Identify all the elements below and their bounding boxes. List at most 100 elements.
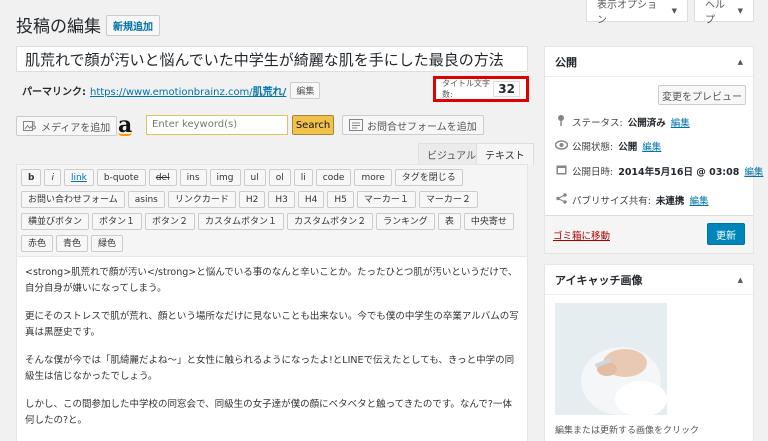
- status-row: ステータス: 公開済み 編集: [555, 114, 690, 129]
- quicktag-button[interactable]: H4: [297, 191, 325, 208]
- content-paragraph: しかし、この間参加した中学校の同窓会で、同級生の女子達が僕の顔にベタベタと触って…: [25, 399, 512, 426]
- quicktag-button[interactable]: タグを閉じる: [394, 169, 463, 186]
- screen-options-tab[interactable]: 表示オプション ▼: [586, 0, 688, 26]
- quicktag-button[interactable]: ボタン１: [92, 213, 143, 230]
- quicktag-button[interactable]: code: [315, 169, 352, 186]
- calendar-icon: [555, 164, 567, 178]
- add-new-button[interactable]: 新規追加: [106, 15, 160, 36]
- screen-options-label: 表示オプション: [597, 0, 657, 26]
- tab-visual[interactable]: ビジュアル: [418, 143, 485, 165]
- page-title: 投稿の編集: [16, 17, 101, 37]
- quicktag-button[interactable]: 横並びボタン: [21, 213, 90, 230]
- publish-box-header[interactable]: 公開 ▲: [545, 47, 753, 77]
- title-count-label: タイトル文字数:: [442, 79, 490, 99]
- publish-box: 公開 ▲ 変更をプレビュー ステータス: 公開済み 編集 公開状態: 公開 編集…: [544, 46, 763, 254]
- quicktag-button[interactable]: del: [148, 169, 177, 186]
- quicktag-button[interactable]: H2: [238, 191, 266, 208]
- quicktag-button[interactable]: ul: [243, 169, 266, 186]
- share-label: パブリサイズ共有:: [572, 196, 651, 207]
- permalink-edit-button[interactable]: 編集: [290, 82, 321, 99]
- date-edit-link[interactable]: 編集: [744, 164, 763, 178]
- quicktag-button[interactable]: img: [209, 169, 241, 186]
- quicktag-button[interactable]: more: [354, 169, 392, 186]
- amazon-smile-icon: [118, 132, 132, 136]
- content-paragraph: そんな僕が今では「肌綺麗だよね〜」と女性に触られるようになったよ!とLINEで伝…: [25, 355, 515, 382]
- add-contact-form-button[interactable]: お問合せフォームを追加: [342, 115, 484, 135]
- quicktag-button[interactable]: ol: [268, 169, 291, 186]
- featured-image-caption[interactable]: 編集または更新する画像をクリック: [555, 423, 699, 436]
- quicktag-button[interactable]: 表: [437, 213, 461, 230]
- featured-image-header[interactable]: アイキャッチ画像 ▲: [545, 265, 753, 295]
- title-count-value: 32: [493, 81, 520, 97]
- collapse-icon[interactable]: ▲: [738, 58, 743, 66]
- quicktag-button[interactable]: マーカー１: [356, 191, 416, 208]
- quicktag-button[interactable]: 中央寄せ: [463, 213, 514, 230]
- featured-image-box: アイキャッチ画像 ▲ 編集または更新する画像をクリック: [544, 264, 754, 441]
- media-icon: [23, 121, 36, 131]
- quicktag-button[interactable]: 赤色: [21, 235, 54, 252]
- quicktag-button[interactable]: カスタムボタン２: [287, 213, 374, 230]
- collapse-icon[interactable]: ▲: [738, 276, 743, 284]
- permalink-base: https://www.emotionbrainz.com/: [90, 87, 253, 98]
- quicktags-toolbar: b i link b-quote del ins img ul ol li co…: [17, 165, 527, 257]
- update-button[interactable]: 更新: [707, 223, 745, 245]
- quicktag-button[interactable]: 緑色: [91, 235, 124, 252]
- quicktag-button[interactable]: i: [44, 169, 61, 186]
- permalink-label: パーマリンク:: [22, 87, 86, 98]
- toolbar-row: 赤色 青色 緑色: [21, 235, 523, 252]
- permalink-row: パーマリンク: https://www.emotionbrainz.com/肌荒…: [22, 82, 321, 99]
- content-paragraph: 更にそのストレスで肌が荒れ、顔という場所なだけに見ないことも出来ない。今でも僕の…: [25, 311, 519, 338]
- quicktag-button[interactable]: b-quote: [96, 169, 146, 186]
- publish-actions: ゴミ箱に移動 更新: [545, 215, 753, 253]
- quicktag-button[interactable]: リンクカード: [167, 191, 236, 208]
- amazon-search-button[interactable]: Search: [292, 115, 334, 135]
- help-tab[interactable]: ヘルプ ▼: [694, 0, 754, 26]
- quicktag-button[interactable]: H5: [327, 191, 354, 208]
- featured-image-thumbnail[interactable]: [555, 303, 667, 415]
- featured-image-title: アイキャッチ画像: [555, 273, 643, 287]
- move-to-trash-link[interactable]: ゴミ箱に移動: [553, 228, 610, 242]
- visibility-value: 公開: [618, 142, 638, 153]
- caret-down-icon: ▼: [671, 6, 677, 15]
- date-value: 2014年5月16日 @ 03:08: [618, 167, 740, 178]
- quicktag-button[interactable]: お問い合わせフォーム: [21, 191, 125, 208]
- quicktag-button[interactable]: ランキング: [376, 213, 435, 230]
- keyword-search-input[interactable]: Enter keyword(s): [146, 115, 288, 135]
- status-edit-link[interactable]: 編集: [671, 115, 690, 129]
- share-icon: [555, 193, 567, 207]
- quicktag-button[interactable]: H3: [268, 191, 295, 208]
- content-paragraph: <strong>肌荒れで顔が汚い</strong>と悩んでいる事のなんと辛いこと…: [25, 267, 518, 294]
- toolbar-row: お問い合わせフォーム asins リンクカード H2 H3 H4 H5 マーカー…: [21, 191, 523, 208]
- quicktag-button[interactable]: li: [293, 169, 313, 186]
- photo-image: [555, 303, 667, 415]
- share-row: パブリサイズ共有: 未連携 編集: [555, 193, 708, 207]
- permalink-link[interactable]: https://www.emotionbrainz.com/肌荒れ/: [90, 83, 286, 98]
- permalink-slug: 肌荒れ/: [252, 87, 287, 98]
- preview-changes-button[interactable]: 変更をプレビュー: [658, 85, 746, 105]
- quicktag-button[interactable]: マーカー２: [418, 191, 478, 208]
- quicktag-button[interactable]: カスタムボタン１: [198, 213, 285, 230]
- add-media-label: メディアを追加: [41, 122, 111, 134]
- share-value: 未連携: [655, 196, 685, 207]
- quicktag-button[interactable]: ボタン２: [145, 213, 196, 230]
- add-form-label: お問合せフォームを追加: [367, 121, 477, 133]
- quicktag-button[interactable]: asins: [127, 191, 165, 208]
- editor-content[interactable]: <strong>肌荒れで顔が汚い</strong>と悩んでいる事のなんと辛いこと…: [25, 265, 521, 441]
- help-label: ヘルプ: [705, 0, 725, 26]
- toolbar-row: b i link b-quote del ins img ul ol li co…: [21, 169, 523, 186]
- visibility-edit-link[interactable]: 編集: [642, 139, 661, 153]
- form-icon: [349, 119, 363, 131]
- tab-text[interactable]: テキスト: [476, 143, 534, 165]
- status-label: ステータス:: [572, 117, 623, 129]
- quicktag-button[interactable]: link: [63, 169, 94, 186]
- quicktag-button[interactable]: 青色: [56, 235, 89, 252]
- date-label: 公開日時:: [572, 167, 614, 178]
- status-value: 公開済み: [627, 117, 666, 129]
- visibility-row: 公開状態: 公開 編集: [554, 139, 661, 153]
- quicktag-button[interactable]: b: [21, 169, 42, 186]
- quicktag-button[interactable]: ins: [179, 169, 207, 186]
- share-edit-link[interactable]: 編集: [689, 193, 708, 207]
- post-title-input[interactable]: 肌荒れで顔が汚いと悩んでいた中学生が綺麗な肌を手にした最良の方法: [16, 46, 528, 72]
- text-editor[interactable]: b i link b-quote del ins img ul ol li co…: [16, 164, 528, 441]
- add-media-button[interactable]: メディアを追加: [16, 116, 118, 136]
